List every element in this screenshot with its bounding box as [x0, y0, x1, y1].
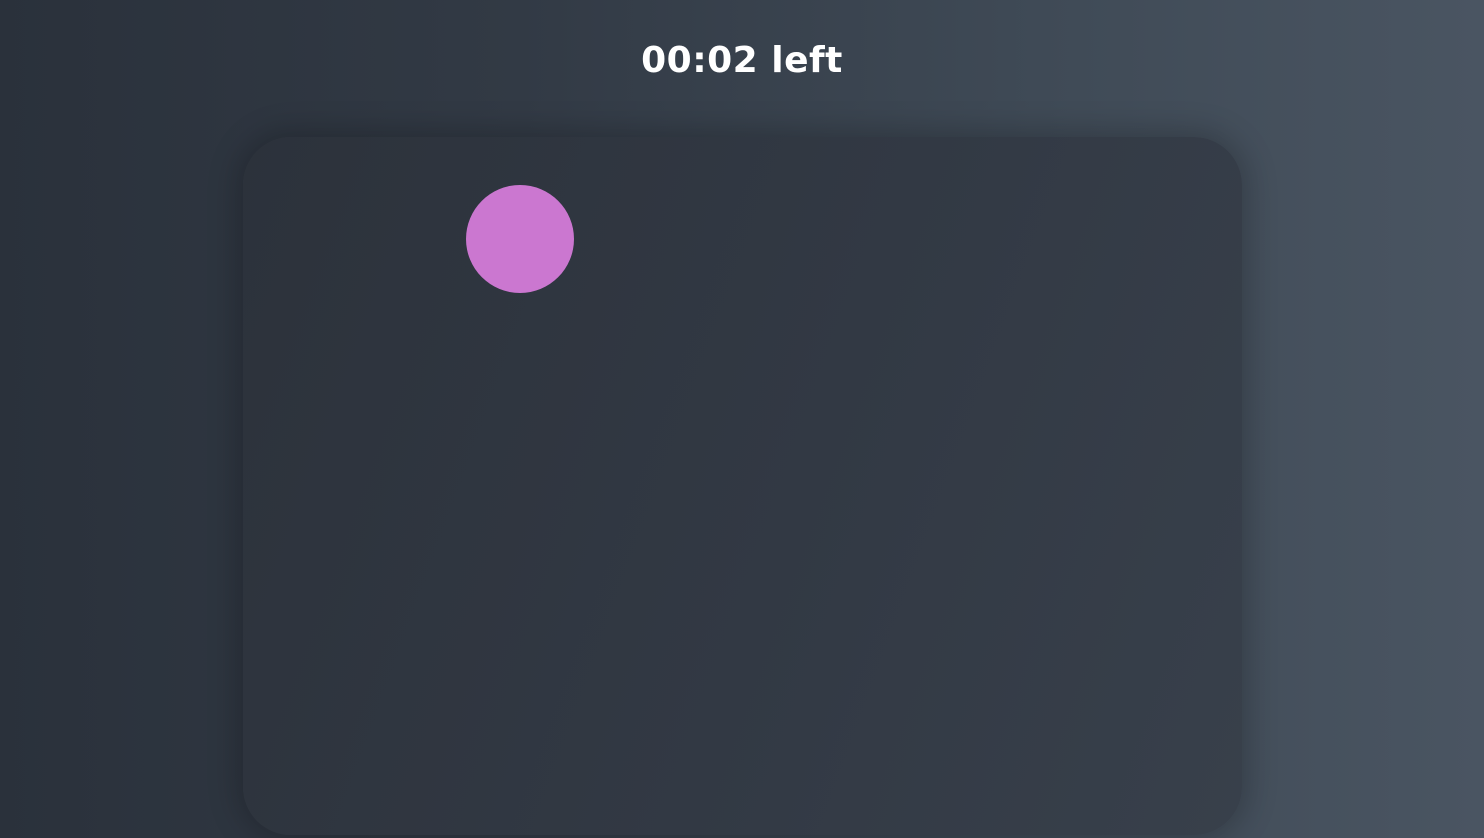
countdown-timer: 00:02 left	[641, 40, 843, 81]
circle-target[interactable]	[466, 185, 574, 293]
game-arena[interactable]	[243, 137, 1242, 835]
